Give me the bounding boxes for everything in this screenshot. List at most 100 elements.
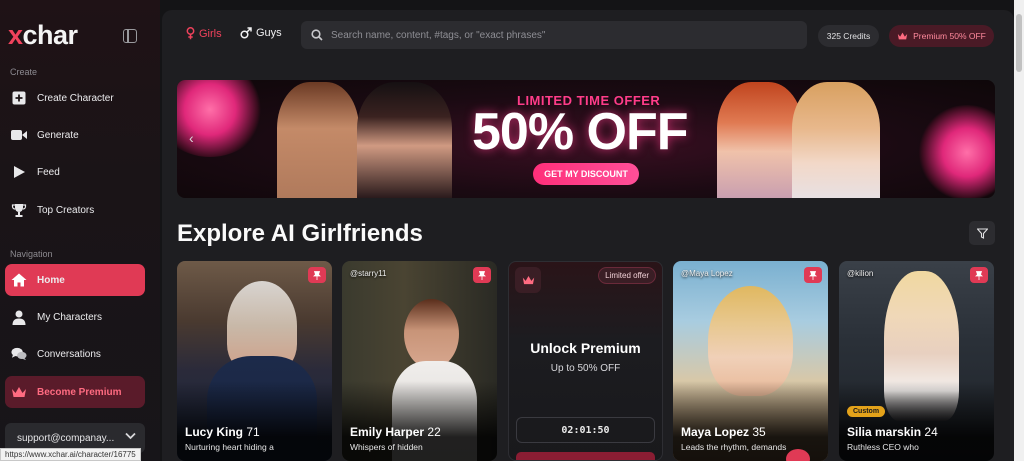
support-email: support@companay... xyxy=(17,432,115,444)
character-age: 35 xyxy=(752,425,766,439)
pin-icon xyxy=(809,270,817,280)
character-name: Maya Lopez 35 xyxy=(681,425,766,439)
character-name-text: Silia marskin xyxy=(847,425,922,439)
upgrade-button[interactable] xyxy=(516,452,655,460)
banner-model-2 xyxy=(357,82,452,198)
sidebar-item-label: My Characters xyxy=(37,311,103,323)
sidebar-item-top-creators[interactable]: Top Creators xyxy=(5,194,145,226)
tab-girls[interactable]: Girls xyxy=(186,27,222,40)
chevron-down-icon xyxy=(125,432,136,443)
filter-button[interactable] xyxy=(969,221,995,245)
character-description: Leads the rhythm, demands xyxy=(681,442,787,452)
pin-button[interactable] xyxy=(308,267,326,283)
banner-prev-arrow-icon[interactable]: ‹ xyxy=(189,130,194,146)
pin-button[interactable] xyxy=(804,267,822,283)
logo-text: char xyxy=(22,20,79,50)
status-bar-url: https://www.xchar.ai/character/16775 xyxy=(0,448,141,461)
plus-square-icon xyxy=(11,90,27,106)
unlock-premium-card[interactable]: Limited offer Unlock Premium Up to 50% O… xyxy=(508,261,663,461)
crown-icon xyxy=(897,32,908,40)
promo-banner[interactable]: ‹ LIMITED TIME OFFER 50% OFF GET MY DISC… xyxy=(177,80,995,198)
credits-label: 325 Credits xyxy=(826,31,871,41)
banner-model-3 xyxy=(717,82,803,198)
character-name-text: Maya Lopez xyxy=(681,425,750,439)
pin-icon xyxy=(313,270,321,280)
play-icon xyxy=(11,164,27,180)
character-portrait xyxy=(708,286,793,396)
sidebar-item-label: Generate xyxy=(37,129,79,141)
character-age: 71 xyxy=(246,425,260,439)
get-discount-button[interactable]: GET MY DISCOUNT xyxy=(533,163,639,185)
character-card[interactable]: Lucy King 71 Nurturing heart hiding a xyxy=(177,261,332,461)
pin-button[interactable] xyxy=(473,267,491,283)
sidebar-item-create-character[interactable]: Create Character xyxy=(5,82,145,114)
character-name: Lucy King 71 xyxy=(185,425,260,439)
credits-badge[interactable]: 325 Credits xyxy=(818,25,879,47)
sidebar-item-label: Feed xyxy=(37,166,60,178)
sidebar-item-label: Create Character xyxy=(37,92,114,104)
search-bar[interactable] xyxy=(301,21,807,49)
decor-percent-ring-right xyxy=(917,105,995,198)
sidebar-item-label: Conversations xyxy=(37,348,101,360)
sidebar: xchar Create Create Character Generate F… xyxy=(0,0,160,461)
creator-handle[interactable]: @starry11 xyxy=(350,269,386,278)
sidebar-item-feed[interactable]: Feed xyxy=(5,156,145,188)
sidebar-item-generate[interactable]: Generate xyxy=(5,119,145,151)
tab-guys[interactable]: Guys xyxy=(240,27,282,39)
sidebar-item-my-characters[interactable]: My Characters xyxy=(5,301,145,333)
character-name: Silia marskin 24 xyxy=(847,425,938,439)
crown-icon xyxy=(11,384,27,400)
creator-handle[interactable]: @Maya Lopez xyxy=(681,269,733,278)
search-icon xyxy=(311,29,323,41)
sidebar-item-label: Become Premium xyxy=(37,386,122,398)
sidebar-item-conversations[interactable]: Conversations xyxy=(5,338,145,370)
section-title: Explore AI Girlfriends xyxy=(177,220,423,247)
trophy-icon xyxy=(11,202,27,218)
banner-model-4 xyxy=(792,82,880,198)
user-icon xyxy=(11,309,27,325)
character-description: Whispers of hidden xyxy=(350,442,423,452)
creator-handle[interactable]: @kilion xyxy=(847,269,873,278)
create-section-label: Create xyxy=(10,67,38,77)
banner-model-1 xyxy=(277,82,359,198)
pin-icon xyxy=(478,270,486,280)
character-name-text: Lucy King xyxy=(185,425,244,439)
character-age: 24 xyxy=(924,425,938,439)
countdown-timer: 02:01:50 xyxy=(516,417,655,443)
sidebar-item-home[interactable]: Home xyxy=(5,264,145,296)
female-icon xyxy=(186,27,195,40)
sidebar-item-become-premium[interactable]: Become Premium xyxy=(5,376,145,408)
pin-button[interactable] xyxy=(970,267,988,283)
premium-offer-button[interactable]: Premium 50% OFF xyxy=(889,25,994,47)
character-description: Nurturing heart hiding a xyxy=(185,442,274,452)
limited-offer-badge: Limited offer xyxy=(598,267,656,284)
search-input[interactable] xyxy=(331,29,771,41)
filter-icon xyxy=(976,227,988,239)
sidebar-item-label: Top Creators xyxy=(37,204,95,216)
pin-icon xyxy=(975,270,983,280)
banner-headline: 50% OFF xyxy=(472,103,688,161)
xchar-logo[interactable]: xchar xyxy=(8,20,78,51)
sidebar-collapse-icon[interactable] xyxy=(123,29,137,43)
navigation-section-label: Navigation xyxy=(10,249,53,259)
character-card[interactable]: @kilion Custom Silia marskin 24 Ruthless… xyxy=(839,261,994,461)
character-description: Ruthless CEO who xyxy=(847,442,919,452)
character-name-text: Emily Harper xyxy=(350,425,425,439)
tab-girls-label: Girls xyxy=(199,27,222,40)
crown-icon xyxy=(515,267,541,293)
character-card[interactable]: @Maya Lopez Maya Lopez 35 Leads the rhyt… xyxy=(673,261,828,461)
male-icon xyxy=(240,27,252,39)
premium-offer-label: Premium 50% OFF xyxy=(913,31,986,41)
tab-guys-label: Guys xyxy=(256,27,282,39)
sidebar-item-label: Home xyxy=(37,274,65,286)
character-name: Emily Harper 22 xyxy=(350,425,441,439)
main-content: Girls Guys 325 Credits Premium 50% OFF ‹… xyxy=(162,10,1014,461)
video-camera-icon xyxy=(11,127,27,143)
character-portrait xyxy=(404,299,459,369)
chat-bubbles-icon xyxy=(11,346,27,362)
scrollbar-thumb[interactable] xyxy=(1016,14,1022,72)
logo-x: x xyxy=(8,20,23,50)
character-card[interactable]: @starry11 Emily Harper 22 Whispers of hi… xyxy=(342,261,497,461)
character-age: 22 xyxy=(427,425,441,439)
custom-badge: Custom xyxy=(847,406,886,417)
